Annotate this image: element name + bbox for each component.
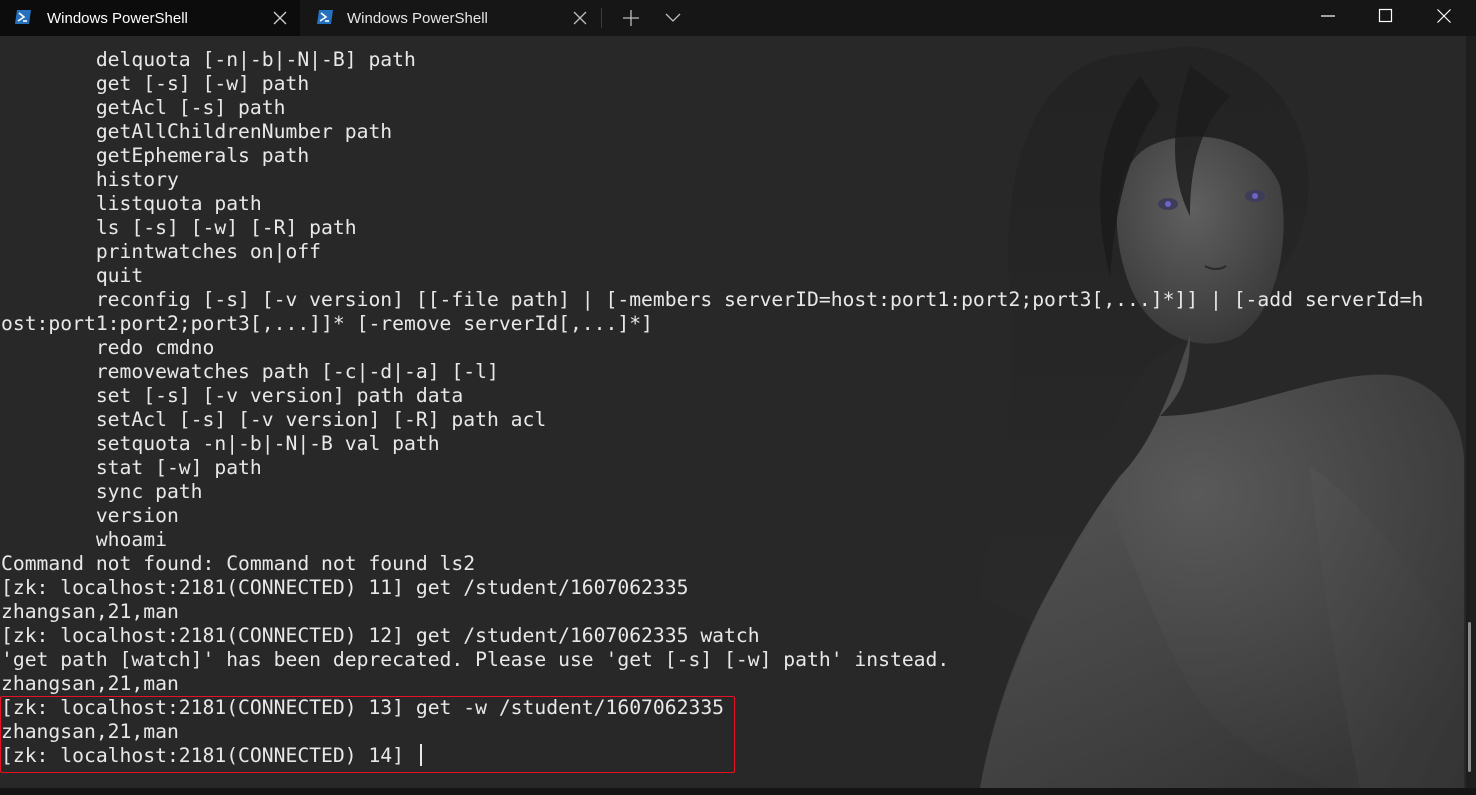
terminal-line: Command not found: Command not found ls2 [1,552,476,575]
tab-separator [601,8,602,28]
close-window-button[interactable] [1414,0,1472,32]
scrollbar-thumb[interactable] [1468,622,1471,772]
terminal-line: delquota [-n|-b|-N|-B] path [1,48,416,71]
window-bottom-edge [0,788,1476,795]
minimize-icon [1321,15,1335,17]
terminal-line: set [-s] [-v version] path data [1,384,464,407]
maximize-button[interactable] [1356,0,1414,32]
terminal-output[interactable]: delquota [-n|-b|-N|-B] path get [-s] [-w… [0,48,1462,788]
close-icon [1437,9,1451,23]
terminal-line: zhangsan,21,man [1,600,179,623]
terminal-line: setAcl [-s] [-v version] [-R] path acl [1,408,547,431]
terminal-window: Windows PowerShell Windows PowerShell de… [0,0,1476,795]
terminal-line: ost:port1:port2;port3[,...]]* [-remove s… [1,312,653,335]
text-cursor [420,744,422,766]
terminal-line: reconfig [-s] [-v version] [[-file path]… [1,288,1424,311]
terminal-line: removewatches path [-c|-d|-a] [-l] [1,360,499,383]
powershell-icon [15,10,31,24]
terminal-line: [zk: localhost:2181(CONNECTED) 12] get /… [1,624,760,647]
terminal-line: sync path [1,480,203,503]
plus-icon [623,10,639,26]
terminal-line: stat [-w] path [1,456,262,479]
terminal-line: setquota -n|-b|-N|-B val path [1,432,440,455]
highlight-box [0,696,735,773]
chevron-down-icon [665,13,681,22]
terminal-line: zhangsan,21,man [1,672,179,695]
maximize-icon [1378,8,1393,23]
tab-bar: Windows PowerShell Windows PowerShell [0,0,1476,36]
tab-title: Windows PowerShell [47,10,188,27]
terminal-line: version [1,504,179,527]
terminal-line: [zk: localhost:2181(CONNECTED) 11] get /… [1,576,689,599]
terminal-line: getEphemerals path [1,144,310,167]
terminal-line: quit [1,264,144,287]
scrollbar[interactable] [1466,36,1476,788]
new-tab-button[interactable] [618,6,644,30]
terminal-line: 'get path [watch]' has been deprecated. … [1,648,950,671]
terminal-line: listquota path [1,192,262,215]
terminal-line: ls [-s] [-w] [-R] path [1,216,357,239]
tab-powershell-1[interactable]: Windows PowerShell [0,0,300,36]
minimize-button[interactable] [1298,0,1356,32]
powershell-icon [317,10,333,24]
terminal-line: getAllChildrenNumber path [1,120,393,143]
terminal-line: getAcl [-s] path [1,96,286,119]
terminal-line: redo cmdno [1,336,215,359]
terminal-line: whoami [1,528,167,551]
terminal-line: printwatches on|off [1,240,322,263]
terminal-line: get [-s] [-w] path [1,72,310,95]
tab-title: Windows PowerShell [347,10,488,27]
close-icon[interactable] [572,10,588,26]
tab-powershell-2[interactable]: Windows PowerShell [302,0,602,36]
tab-dropdown-button[interactable] [660,6,686,30]
close-icon[interactable] [272,10,288,26]
terminal-line: history [1,168,179,191]
